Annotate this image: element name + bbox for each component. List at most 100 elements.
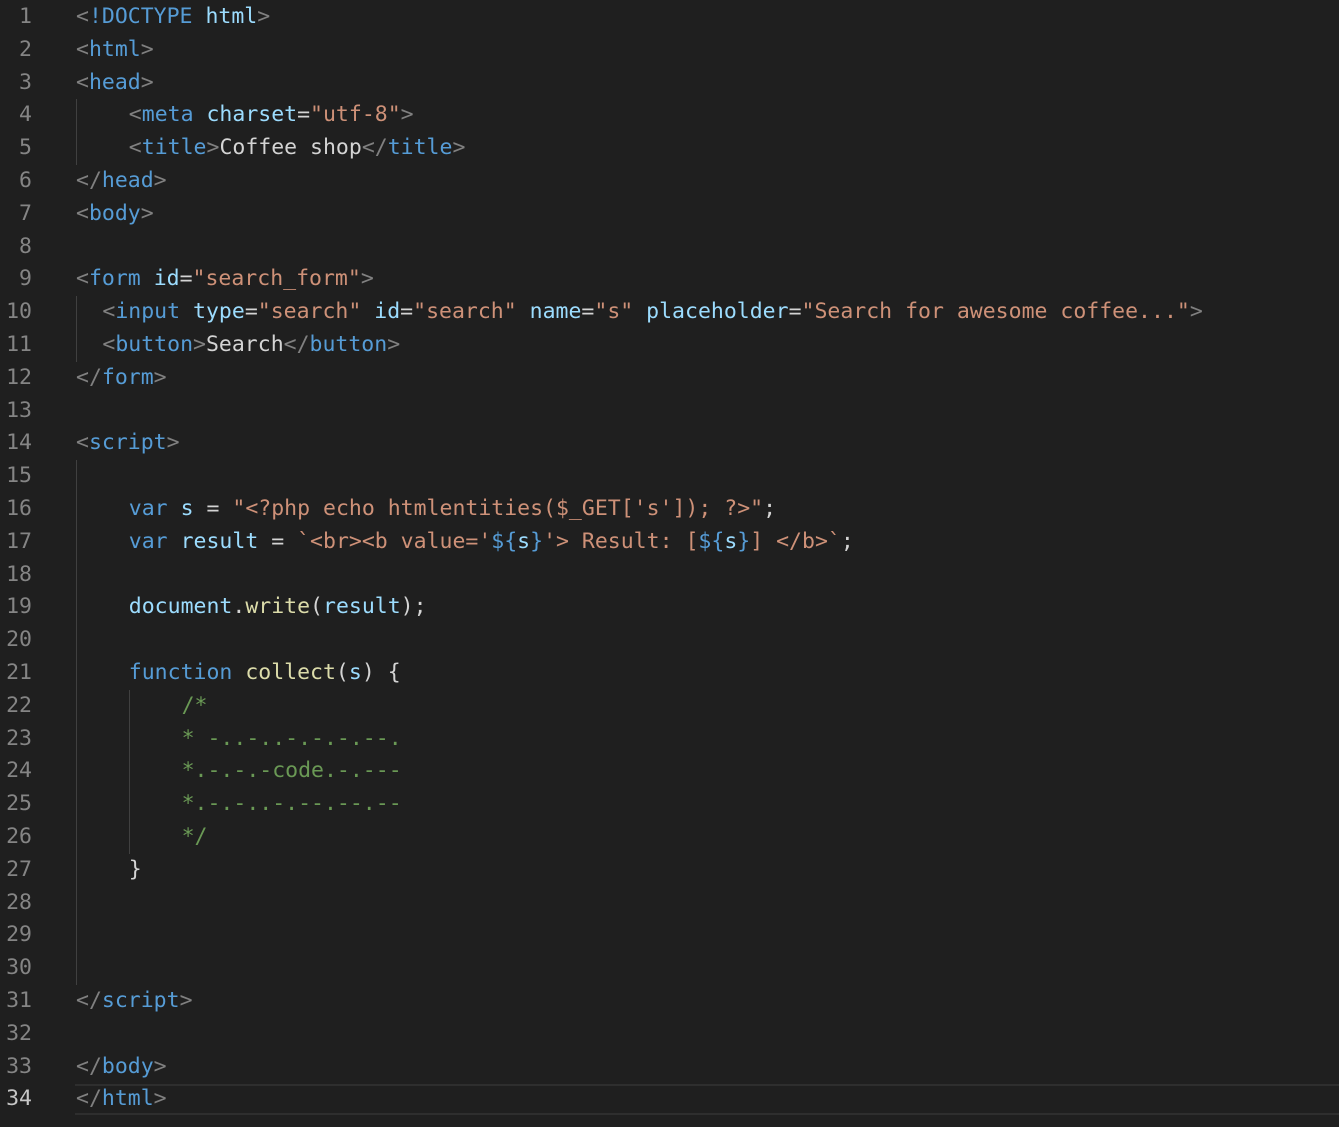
code-line[interactable]: 4 <meta charset="utf-8"> [0,99,1339,132]
code-token: = [179,266,193,292]
line-number: 31 [6,988,32,1013]
code-token: charset [206,102,298,128]
code-token: Search [205,332,284,357]
code-token: = [193,496,233,521]
code-line[interactable]: 24 *.-.-.-code.-.--- [0,755,1339,788]
code-line[interactable]: 20 [0,624,1339,657]
code-line[interactable]: 27} [0,854,1339,887]
code-token: var [128,528,168,554]
code-token: "s" [594,299,634,325]
code-token: > [387,332,401,357]
line-number: 21 [6,660,32,685]
code-line[interactable]: 8 [0,231,1339,264]
code-line[interactable]: 12 </form> [0,362,1339,395]
code-token: = [244,299,258,325]
code-line[interactable]: 33 </body> [0,1051,1339,1084]
code-line[interactable]: 25 *.-.-..-.--.--.-- [0,788,1339,821]
line-number: 18 [6,561,32,587]
line-code: <input type="search" id="search" name="s… [102,296,1202,329]
line-code: <head> [76,67,154,100]
code-token: > [400,102,414,128]
code-line[interactable]: 7 <body> [0,198,1339,231]
code-line[interactable]: 30 [0,952,1339,985]
code-token: s [348,660,362,685]
code-token: < [128,135,142,161]
code-editor[interactable]: 1 <!DOCTYPE html> 2 <html> 3 <head> 4 <meta cha… [0,0,1339,1127]
line-number: 19 [6,594,32,620]
code-line[interactable]: 16 var s = "<?php echo htmlentities($_GET… [0,493,1339,526]
code-line[interactable]: 6 </head> [0,165,1339,198]
code-line[interactable]: 13 [0,395,1339,428]
code-token: "utf-8" [310,102,401,128]
line-code: <!DOCTYPE html> [76,1,270,34]
code-token: . [232,594,246,620]
line-number: 26 [6,824,32,849]
code-line[interactable]: 26 */ [0,821,1339,854]
code-token: = [258,528,298,554]
code-token: > [153,168,167,193]
code-token: s [517,528,531,554]
code-token: "search" [257,299,362,325]
code-line[interactable]: 18 [0,559,1339,592]
code-token: "search_form" [192,266,361,292]
code-line[interactable]: 34 </html> [0,1083,1339,1116]
line-number: 25 [6,791,32,817]
code-token: > [140,36,154,62]
code-token: > [206,135,220,161]
code-token: </ [361,135,388,161]
code-line[interactable]: 19 document.write(result); [0,591,1339,624]
code-line[interactable]: 15 [0,460,1339,493]
line-code: * -..-..-.-.-.--. [182,723,402,756]
line-number: 13 [6,397,32,423]
code-line[interactable]: 11 <button>Search</button> [0,329,1339,362]
code-token: < [128,102,142,128]
code-token: *.-.-.-code.-.--- [181,758,402,784]
line-code: /* [182,690,208,723]
line-code: function collect(s) { [129,657,401,690]
line-code: <meta charset="utf-8"> [129,99,414,132]
line-number: 4 [19,102,32,128]
code-line[interactable]: 3 <head> [0,67,1339,100]
indent-guide [76,99,77,165]
code-line[interactable]: 1 <!DOCTYPE html> [0,1,1339,34]
code-line[interactable]: 28 [0,887,1339,920]
line-number: 9 [19,266,32,292]
code-line[interactable]: 22 /* [0,690,1339,723]
code-token: < [102,299,116,325]
code-token: } [530,528,544,554]
code-line[interactable]: 17 var result = `<br><b value='${s}'> Res… [0,526,1339,559]
code-token: type [193,299,245,325]
code-token: result [180,528,259,554]
indent-guide [76,296,77,362]
code-token: ; [840,528,854,554]
code-line[interactable]: 32 [0,1018,1339,1051]
line-number: 11 [6,332,32,357]
code-token: </ [76,1053,102,1079]
code-line[interactable]: 29 [0,919,1339,952]
code-line[interactable]: 14 <script> [0,427,1339,460]
code-token: var [128,496,168,521]
code-token: s [724,528,738,554]
code-token: > [179,988,193,1013]
code-line[interactable]: 2 <html> [0,34,1339,67]
code-line[interactable]: 5 <title>Coffee shop</title> [0,132,1339,165]
line-code: var result = `<br><b value='${s}'> Resul… [129,526,854,559]
code-line[interactable]: 9 <form id="search_form"> [0,263,1339,296]
indent-guide [129,689,130,854]
code-token: *.-.-..-.--.--.-- [181,791,402,817]
code-token: s [180,496,194,521]
line-code: <body> [76,198,154,231]
code-token: ( [310,594,323,620]
line-number: 33 [6,1053,32,1079]
code-token: = [581,299,595,325]
code-line[interactable]: 10 <input type="search" id="search" name=… [0,296,1339,329]
code-token: < [76,4,89,29]
line-number: 3 [19,69,32,95]
line-number: 6 [19,168,32,193]
line-number: 23 [6,725,32,751]
code-line[interactable]: 23 * -..-..-.-.-.--. [0,723,1339,756]
code-line[interactable]: 31 </script> [0,985,1339,1018]
code-line[interactable]: 21 function collect(s) { [0,657,1339,690]
code-token: html [205,4,258,29]
